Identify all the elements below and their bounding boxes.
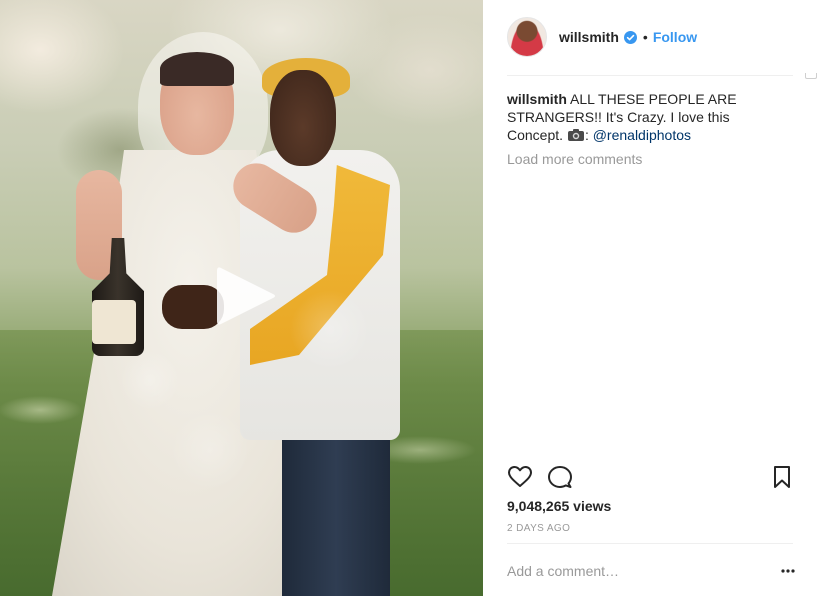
avatar[interactable] <box>507 17 547 57</box>
post-media[interactable] <box>0 0 483 596</box>
load-more-comments-button[interactable]: Load more comments <box>507 151 642 167</box>
post-header: willsmith • Follow <box>507 17 697 57</box>
post-timestamp[interactable]: 2 DAYS AGO <box>507 523 570 534</box>
scrollbar[interactable] <box>805 73 817 79</box>
comment-icon[interactable] <box>547 464 573 490</box>
caption-colon: : <box>584 127 589 143</box>
post-sidebar: willsmith • Follow willsmith ALL THESE P… <box>483 0 818 596</box>
action-bar <box>507 464 793 490</box>
heart-icon[interactable] <box>507 464 533 490</box>
separator-dot: • <box>642 29 648 45</box>
mention-link[interactable]: @renaldiphotos <box>593 127 691 143</box>
caption-author-link[interactable]: willsmith <box>507 91 567 107</box>
play-icon[interactable] <box>213 262 277 330</box>
follow-button[interactable]: Follow <box>653 29 697 45</box>
post-caption: willsmith ALL THESE PEOPLE ARE STRANGERS… <box>507 90 767 146</box>
comment-divider <box>507 543 793 544</box>
bookmark-icon[interactable] <box>769 464 795 490</box>
views-count[interactable]: 9,048,265 views <box>507 498 611 514</box>
more-options-icon[interactable] <box>777 562 799 580</box>
comment-input[interactable] <box>507 560 747 582</box>
camera-icon <box>567 128 585 146</box>
verified-badge-icon <box>623 30 637 44</box>
header-divider <box>507 75 793 76</box>
username-link[interactable]: willsmith <box>559 29 619 45</box>
